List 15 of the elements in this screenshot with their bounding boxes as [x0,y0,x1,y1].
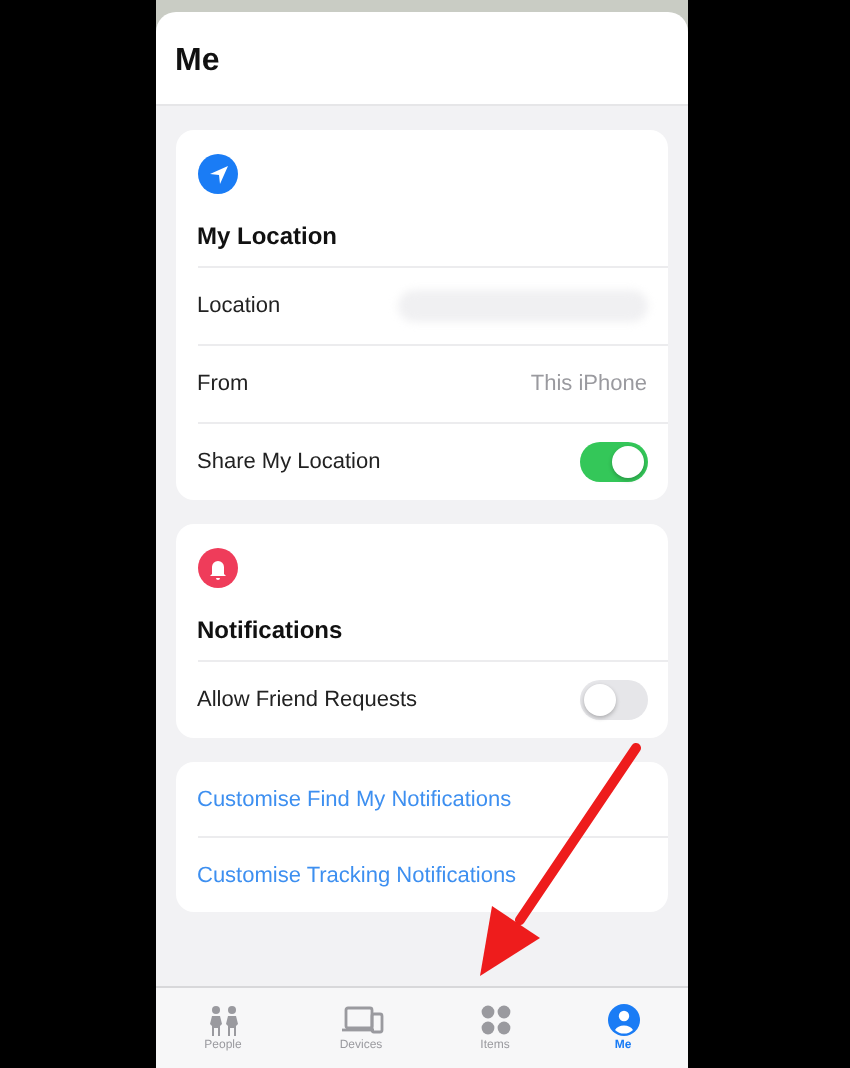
grid-icon [479,1004,511,1036]
row-label: Share My Location [197,450,381,474]
section-title: My Location [197,222,340,250]
row-label: Location [197,294,281,318]
link[interactable]: Customise Find My Notifications [197,762,667,836]
sheet-title: Me [175,44,222,80]
link[interactable]: Customise Tracking Notifications [197,836,667,912]
laptop-icon [339,1004,383,1036]
toggle-switch[interactable] [579,442,647,482]
row-value: This iPhone [530,372,647,396]
section-title: Notifications [197,616,345,644]
row-label: From [197,372,249,396]
person-circle-icon [607,1004,639,1036]
row-label: Allow Friend Requests [197,688,418,712]
toggle-switch[interactable] [579,680,647,720]
